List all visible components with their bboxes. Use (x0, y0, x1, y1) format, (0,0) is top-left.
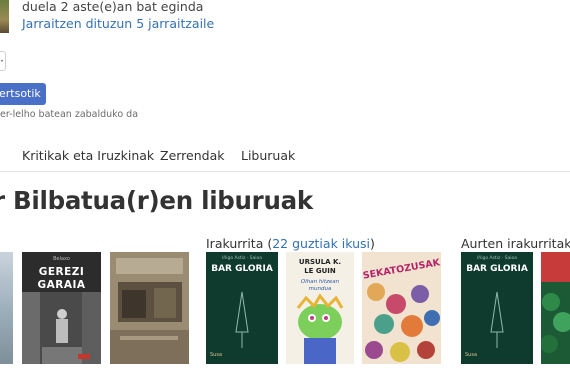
glass-illustration (235, 291, 249, 348)
shelf-read-label: Irakurrita (22 guztiak ikusi) (206, 236, 375, 251)
more-options-button[interactable]: · (0, 51, 6, 71)
share-button[interactable]: pertsotik (0, 83, 46, 105)
creature-illustration (296, 293, 344, 364)
foliage-illustration (541, 252, 570, 353)
cover-imprint: Susa (465, 352, 478, 358)
shelf-this-year-label: Aurten irakurritako l (461, 236, 570, 251)
book-cover-bar-gloria[interactable]: Iñigo Astiz · Saioa BAR GLORIA Susa (206, 252, 278, 364)
shelf-read-name: Irakurrita (206, 236, 264, 251)
book-cover-partial-left[interactable] (0, 252, 13, 364)
book-cover-gerezi-garaia[interactable]: Belaxo GEREZI GARAIA (22, 252, 101, 364)
tab-books[interactable]: Liburuak (241, 148, 295, 163)
street-photo-illustration (22, 292, 101, 364)
page-title: r Bilbatua(r)en liburuak (0, 186, 313, 215)
share-note: er-lelho batean zabalduko da (0, 109, 139, 120)
book-cover-bar-gloria-this-year[interactable]: Iñigo Astiz · Saioa BAR GLORIA Susa (461, 252, 533, 364)
tab-reviews[interactable]: Kritikak eta Iruzkinak (22, 148, 154, 163)
book-cover-oihan-hitzean[interactable]: URSULA K. LE GUIN Oihan hitzean mundua (286, 252, 354, 364)
see-all-link[interactable]: 22 guztiak ikusi (272, 236, 370, 251)
profile-tabs: Kritikak eta Iruzkinak Zerrendak Liburua… (0, 143, 570, 172)
avatar[interactable] (0, 0, 9, 33)
followers-link[interactable]: Jarraitzen dituzun 5 jarraitzaile (22, 16, 214, 32)
tab-lists[interactable]: Zerrendak (160, 148, 224, 163)
joined-ago-text: duela 2 aste(e)an bat eginda (22, 0, 204, 14)
book-cover-old-photo[interactable] (110, 252, 189, 364)
glass-illustration (490, 291, 504, 348)
vintage-photo-illustration (110, 252, 189, 364)
book-cover-sekatozusak[interactable]: SEKATOZUSAK (362, 252, 441, 364)
book-cover-partial-right[interactable] (541, 252, 570, 364)
shelf-read-count-close: ) (370, 236, 375, 251)
cover-imprint: Susa (210, 352, 223, 358)
